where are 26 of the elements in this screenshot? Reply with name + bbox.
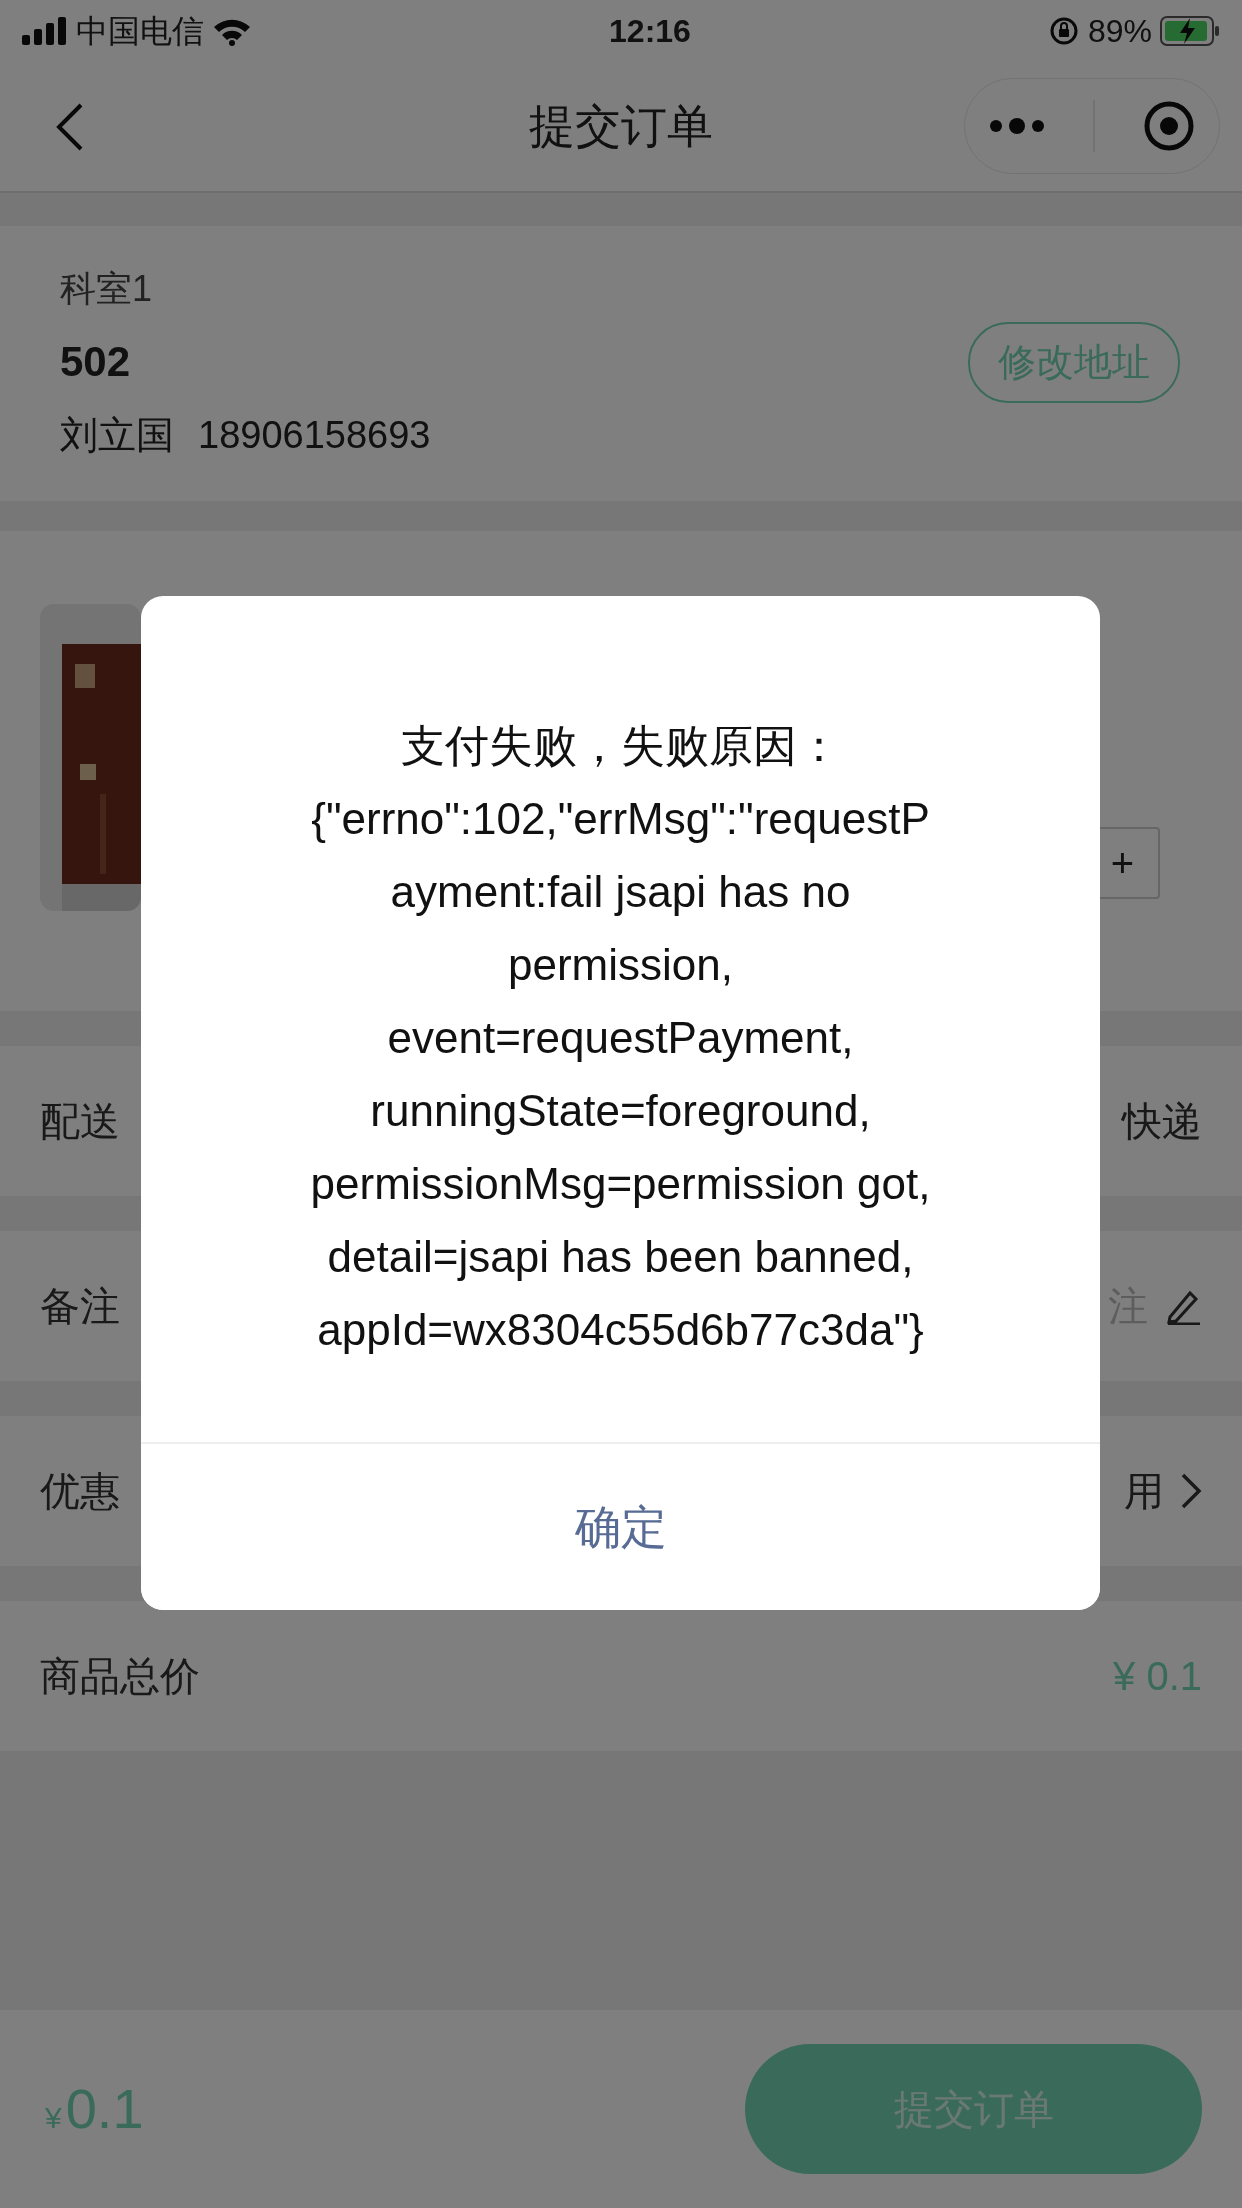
phone-number: 18906158693 — [198, 412, 431, 458]
row-label: 配送 — [40, 1098, 120, 1145]
row-value: 用 — [1124, 1468, 1164, 1515]
room-number: 502 — [60, 336, 132, 387]
back-icon[interactable] — [55, 102, 85, 152]
row-label: 优惠 — [40, 1468, 120, 1515]
row-value: 快递 — [1122, 1098, 1202, 1145]
error-message: 支付失败，失败原因： {"errno":102,"errMsg":"requestP ayment:fail jsapi has no permission, event=requestPayment, runningState=foreground, permissionMsg=permission got, detail=jsapi has been banned, appId=wx8304c55d6b77c3da"} — [309, 720, 932, 1356]
row-label: 备注 — [40, 1283, 120, 1330]
clock-time: 12:16 — [609, 12, 691, 51]
chevron-right-icon[interactable] — [1180, 1472, 1202, 1510]
signal-icon — [22, 17, 68, 45]
page-title: 提交订单 — [529, 99, 713, 154]
more-icon[interactable] — [989, 116, 1045, 136]
edit-address-button[interactable]: 修改地址 — [968, 322, 1180, 403]
currency-sign: ¥ — [45, 2100, 62, 2136]
contact-name: 刘立国 — [60, 412, 174, 458]
battery-charging-icon — [1160, 15, 1220, 47]
carrier-name: 中国电信 — [76, 12, 204, 51]
total-amount: 0.1 — [65, 2076, 144, 2142]
department-text: 科室1 — [60, 266, 154, 311]
battery-percent: 89% — [1087, 12, 1152, 51]
row-label: 商品总价 — [40, 1653, 200, 1700]
close-target-icon[interactable] — [1143, 100, 1195, 152]
confirm-button[interactable]: 确定 — [141, 1442, 1100, 1610]
price-text: ¥ 0.1 — [1113, 1653, 1202, 1700]
